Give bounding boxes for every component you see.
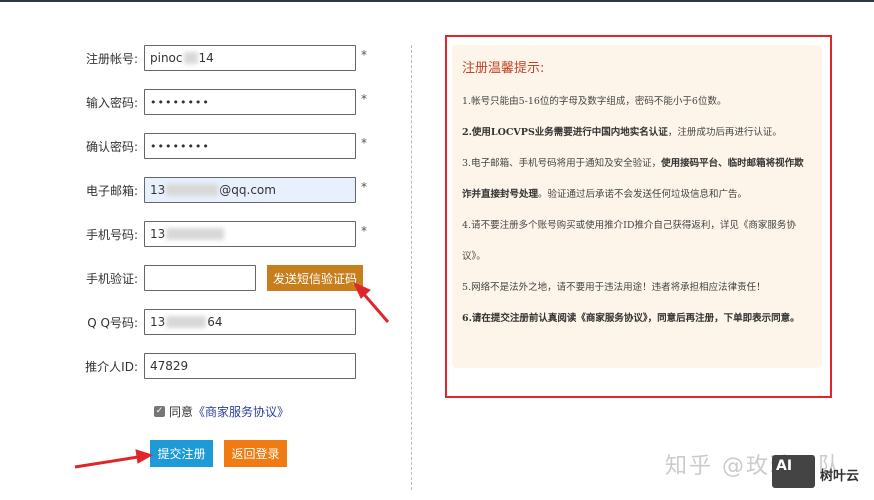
watermark: 知乎 @玫瑰团队	[665, 454, 842, 479]
logo-icon: AI	[772, 455, 815, 488]
annotation-arrows	[74, 282, 390, 469]
brand-text: 树叶云	[820, 469, 860, 484]
arrow-icon	[74, 282, 390, 469]
